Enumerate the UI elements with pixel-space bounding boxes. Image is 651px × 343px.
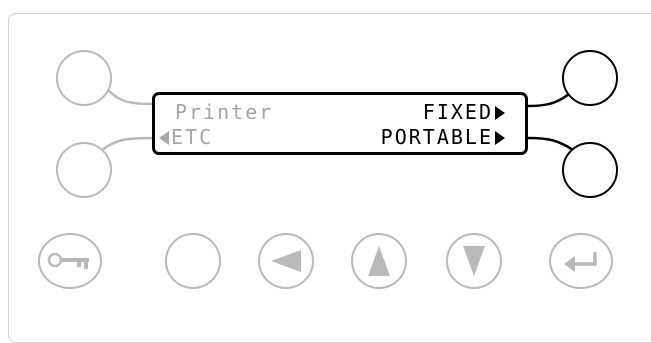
display-line1-right: FIXED <box>423 101 505 123</box>
lcd-display: Printer FIXED ETC PORTABLE <box>152 92 528 155</box>
right-arrow-icon <box>495 131 505 145</box>
option-portable-label: PORTABLE <box>380 125 493 149</box>
enter-button[interactable] <box>549 233 613 289</box>
blank-button[interactable] <box>165 233 221 289</box>
softkey-bottom-right[interactable] <box>562 142 618 198</box>
left-triangle-icon <box>271 250 301 272</box>
option-fixed-label: FIXED <box>422 100 493 124</box>
enter-icon <box>564 252 597 272</box>
up-triangle-icon <box>368 246 390 276</box>
down-button[interactable] <box>446 233 502 289</box>
softkey-top-right[interactable] <box>562 50 618 106</box>
left-arrow-icon <box>159 131 169 145</box>
right-arrow-icon <box>495 106 505 120</box>
option-etc-label: ETC <box>171 125 214 149</box>
softkey-bottom-left[interactable] <box>56 142 112 198</box>
display-line2-left: ETC <box>159 126 213 148</box>
key-button[interactable] <box>38 233 102 289</box>
display-line1-left: Printer <box>175 100 274 124</box>
left-button[interactable] <box>258 233 314 289</box>
up-button[interactable] <box>351 233 407 289</box>
display-line2-right: PORTABLE <box>381 126 505 148</box>
key-icon <box>47 252 89 269</box>
down-triangle-icon <box>463 246 485 276</box>
softkey-top-left[interactable] <box>56 50 112 106</box>
